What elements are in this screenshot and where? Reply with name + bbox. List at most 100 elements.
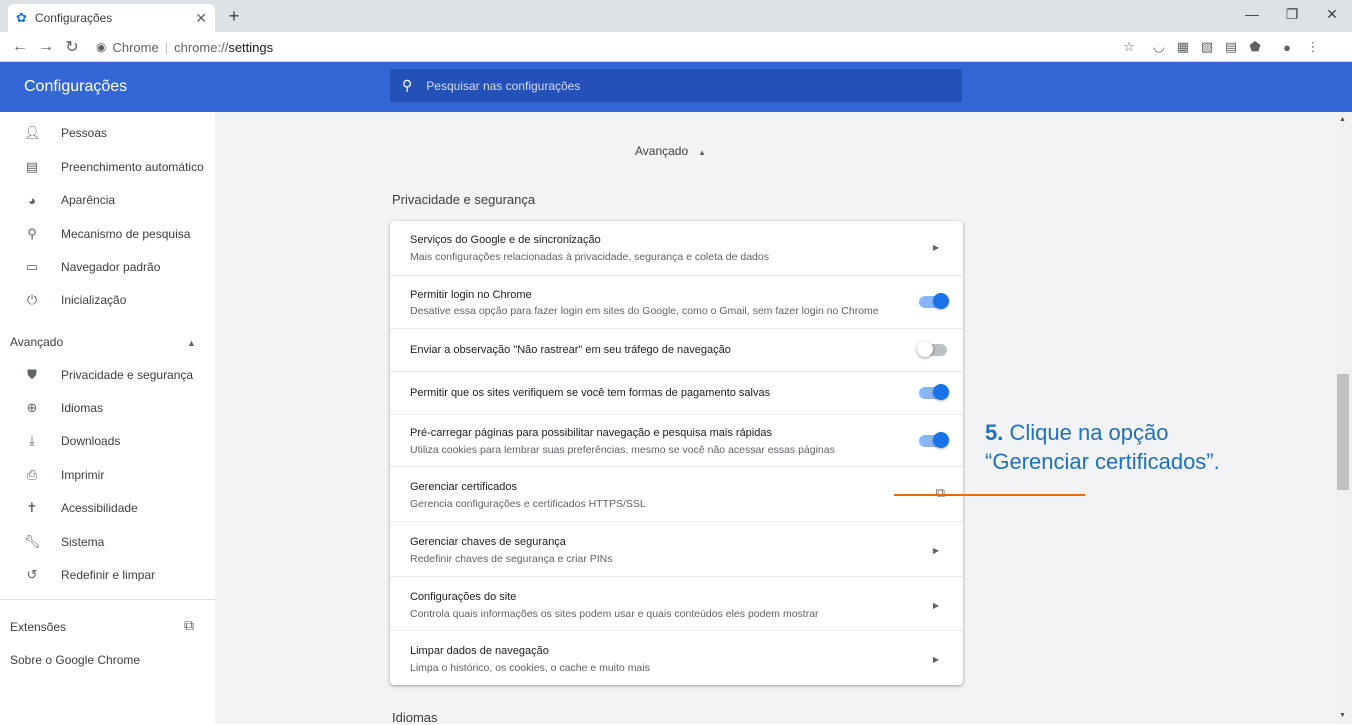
sidebar-item-about[interactable]: Sobre o Google Chrome xyxy=(10,653,140,667)
address-bar[interactable]: ◉ Chrome | chrome://settings xyxy=(96,36,1106,58)
sidebar-item-label: Idiomas xyxy=(61,401,104,415)
person-icon: 👤︎ xyxy=(24,125,41,140)
omnibox-site-chip: Chrome xyxy=(112,39,159,55)
privacy-settings-card: Serviços do Google e de sincronização Ma… xyxy=(390,221,963,685)
sidebar-item-label: Redefinir e limpar xyxy=(61,568,156,582)
search-placeholder: Pesquisar nas configurações xyxy=(426,78,581,93)
sidebar-item-label: Imprimir xyxy=(61,468,105,482)
sidebar-item-reset[interactable]: ↺ Redefinir e limpar xyxy=(24,560,156,590)
row-label: Limpar dados de navegação xyxy=(410,645,549,657)
open-in-new-icon[interactable]: ⧉ xyxy=(184,617,194,634)
gear-icon: ✿ xyxy=(16,10,27,25)
scrollbar-thumb[interactable] xyxy=(1337,374,1349,490)
wrench-icon: 🔧︎ xyxy=(24,534,41,549)
browser-toolbar: ← → ↻ ◉ Chrome | chrome://settings ☆ ◡ ▦… xyxy=(0,32,1352,62)
annotation-pointer-line xyxy=(894,494,1085,496)
row-sublabel: Mais configurações relacionadas à privac… xyxy=(410,251,769,263)
sidebar-item-system[interactable]: 🔧︎ Sistema xyxy=(24,527,104,557)
restore-button[interactable]: ❐ xyxy=(1272,0,1312,28)
restore-icon: ↺ xyxy=(26,567,38,582)
sidebar-item-autofill[interactable]: ▤ Preenchimento automático xyxy=(24,152,204,182)
chevron-right-icon: ▶ xyxy=(932,655,939,664)
extension-shield-icon[interactable]: ⬟ xyxy=(1244,36,1266,58)
advanced-toggle[interactable]: Avançado ▲ xyxy=(635,144,706,158)
sidebar-advanced-header[interactable]: Avançado xyxy=(10,335,63,349)
sidebar-item-accessibility[interactable]: ✝ Acessibilidade xyxy=(24,493,138,523)
chrome-logo-icon: ◉ xyxy=(96,40,107,54)
row-google-services[interactable]: Serviços do Google e de sincronização Ma… xyxy=(390,221,963,275)
settings-search-input[interactable]: ⚲ Pesquisar nas configurações xyxy=(390,69,962,102)
settings-sidebar: 👤︎ Pessoas ▤ Preenchimento automático ◕ … xyxy=(0,112,215,724)
tab-title: Configurações xyxy=(34,11,113,25)
sidebar-item-search-engine[interactable]: ⚲ Mecanismo de pesquisa xyxy=(24,219,190,249)
settings-header: Configurações ⚲ Pesquisar nas configuraç… xyxy=(0,62,1352,112)
back-button[interactable]: ← xyxy=(7,34,33,60)
new-tab-button[interactable]: + xyxy=(222,4,246,28)
profile-avatar-icon[interactable]: ● xyxy=(1276,36,1298,58)
omnibox-separator: | xyxy=(164,39,169,55)
bookmark-star-icon[interactable]: ☆ xyxy=(1118,36,1140,58)
row-sublabel: Redefinir chaves de segurança e criar PI… xyxy=(410,553,613,565)
reload-button[interactable]: ↻ xyxy=(59,34,85,60)
row-security-keys[interactable]: Gerenciar chaves de segurança Redefinir … xyxy=(390,521,963,576)
row-site-settings[interactable]: Configurações do site Controla quais inf… xyxy=(390,576,963,630)
sidebar-item-pessoas[interactable]: 👤︎ Pessoas xyxy=(24,118,107,148)
sidebar-item-languages[interactable]: ⊕ Idiomas xyxy=(24,393,103,423)
minimize-button[interactable]: — xyxy=(1232,0,1272,28)
row-sublabel: Gerencia configurações e certificados HT… xyxy=(410,498,646,510)
menu-kebab-icon[interactable]: ⋮ xyxy=(1302,36,1324,58)
sidebar-item-default-browser[interactable]: ▭ Navegador padrão xyxy=(24,252,161,282)
row-label: Permitir login no Chrome xyxy=(410,289,532,301)
scroll-up-icon[interactable]: ▲ xyxy=(1339,116,1346,123)
sidebar-item-extensions[interactable]: Extensões xyxy=(10,620,66,634)
extension-icon[interactable]: ▧ xyxy=(1196,36,1218,58)
row-label: Configurações do site xyxy=(410,591,517,603)
row-manage-certificates[interactable]: Gerenciar certificados Gerencia configur… xyxy=(390,466,963,521)
scroll-down-icon[interactable]: ▼ xyxy=(1339,712,1346,719)
omnibox-path: settings xyxy=(228,39,274,55)
sidebar-item-print[interactable]: ⎙ Imprimir xyxy=(24,460,105,490)
sidebar-item-privacy[interactable]: ⛊ Privacidade e segurança xyxy=(24,360,193,390)
close-window-button[interactable]: ✕ xyxy=(1312,0,1352,28)
sidebar-item-downloads[interactable]: ⤓ Downloads xyxy=(24,426,120,456)
row-label: Gerenciar chaves de segurança xyxy=(410,536,566,548)
chevron-right-icon: ▶ xyxy=(932,601,939,610)
row-label: Serviços do Google e de sincronização xyxy=(410,234,601,246)
row-label: Enviar a observação "Não rastrear" em se… xyxy=(410,344,731,356)
sidebar-item-label: Aparência xyxy=(61,193,116,207)
row-clear-browsing-data[interactable]: Limpar dados de navegação Limpa o histór… xyxy=(390,630,963,685)
sidebar-item-label: Pessoas xyxy=(61,126,108,140)
annotation-callout: 5. Clique na opção “Gerenciar certificad… xyxy=(985,418,1220,476)
row-preload-pages: Pré-carregar páginas para possibilitar n… xyxy=(390,414,963,466)
forward-button[interactable]: → xyxy=(33,34,59,60)
toggle-knob xyxy=(917,341,933,357)
printer-icon: ⎙ xyxy=(26,467,38,482)
sidebar-item-appearance[interactable]: ◕ Aparência xyxy=(24,185,115,215)
toggle-payment-methods[interactable] xyxy=(919,384,949,400)
toggle-do-not-track[interactable] xyxy=(917,341,947,357)
open-in-new-icon[interactable]: ⧉ xyxy=(936,485,945,501)
page-scrollbar[interactable]: ▲ ▼ xyxy=(1335,112,1352,724)
toggle-allow-chrome-login[interactable] xyxy=(919,293,949,309)
sidebar-item-label: Preenchimento automático xyxy=(61,160,204,174)
extension-icon[interactable]: ▤ xyxy=(1220,36,1242,58)
search-icon: ⚲ xyxy=(27,226,37,241)
section-title-privacy: Privacidade e segurança xyxy=(392,192,536,207)
row-label: Permitir que os sites verifiquem se você… xyxy=(410,387,771,399)
close-tab-icon[interactable]: ✕ xyxy=(195,10,207,27)
annotation-text-1: Clique na opção xyxy=(1009,420,1169,445)
sidebar-item-startup[interactable]: ⏻ Inicialização xyxy=(24,285,127,315)
chevron-up-icon: ▲ xyxy=(698,148,707,157)
extension-icon[interactable]: ▦ xyxy=(1172,36,1194,58)
row-allow-chrome-login: Permitir login no Chrome Desative essa o… xyxy=(390,275,963,328)
toggle-preload-pages[interactable] xyxy=(919,432,949,448)
browser-window-icon: ▭ xyxy=(25,259,39,274)
clipboard-icon: ▤ xyxy=(25,159,39,174)
sidebar-item-label: Sistema xyxy=(61,535,105,549)
tab-settings[interactable]: ✿ Configurações ✕ xyxy=(8,4,215,32)
extension-pocket-icon[interactable]: ◡ xyxy=(1148,36,1170,58)
palette-icon: ◕ xyxy=(28,192,36,208)
accessibility-icon: ✝ xyxy=(26,500,38,515)
chevron-up-icon[interactable]: ▲ xyxy=(187,338,196,348)
section-title-languages: Idiomas xyxy=(392,710,438,725)
